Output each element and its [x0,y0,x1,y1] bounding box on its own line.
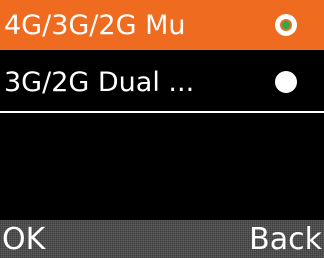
option-4g-3g-2g[interactable]: 4G/3G/2G Mu [0,0,324,50]
list-divider [0,111,324,113]
radio-checked-icon[interactable] [275,14,297,36]
radio-checked-dot [282,21,290,29]
radio-unchecked-icon[interactable] [275,71,297,93]
radio-checked-ring [280,19,292,31]
option-label: 3G/2G Dual ... [4,68,195,96]
network-mode-screen: 4G/3G/2G Mu 3G/2G Dual ... OK Back [0,0,324,258]
option-label: 4G/3G/2G Mu [4,11,186,39]
back-softkey[interactable]: Back [249,223,322,257]
ok-softkey[interactable]: OK [2,223,45,257]
softkey-bar: OK Back [0,220,324,258]
option-3g-2g-dual[interactable]: 3G/2G Dual ... [0,57,324,107]
